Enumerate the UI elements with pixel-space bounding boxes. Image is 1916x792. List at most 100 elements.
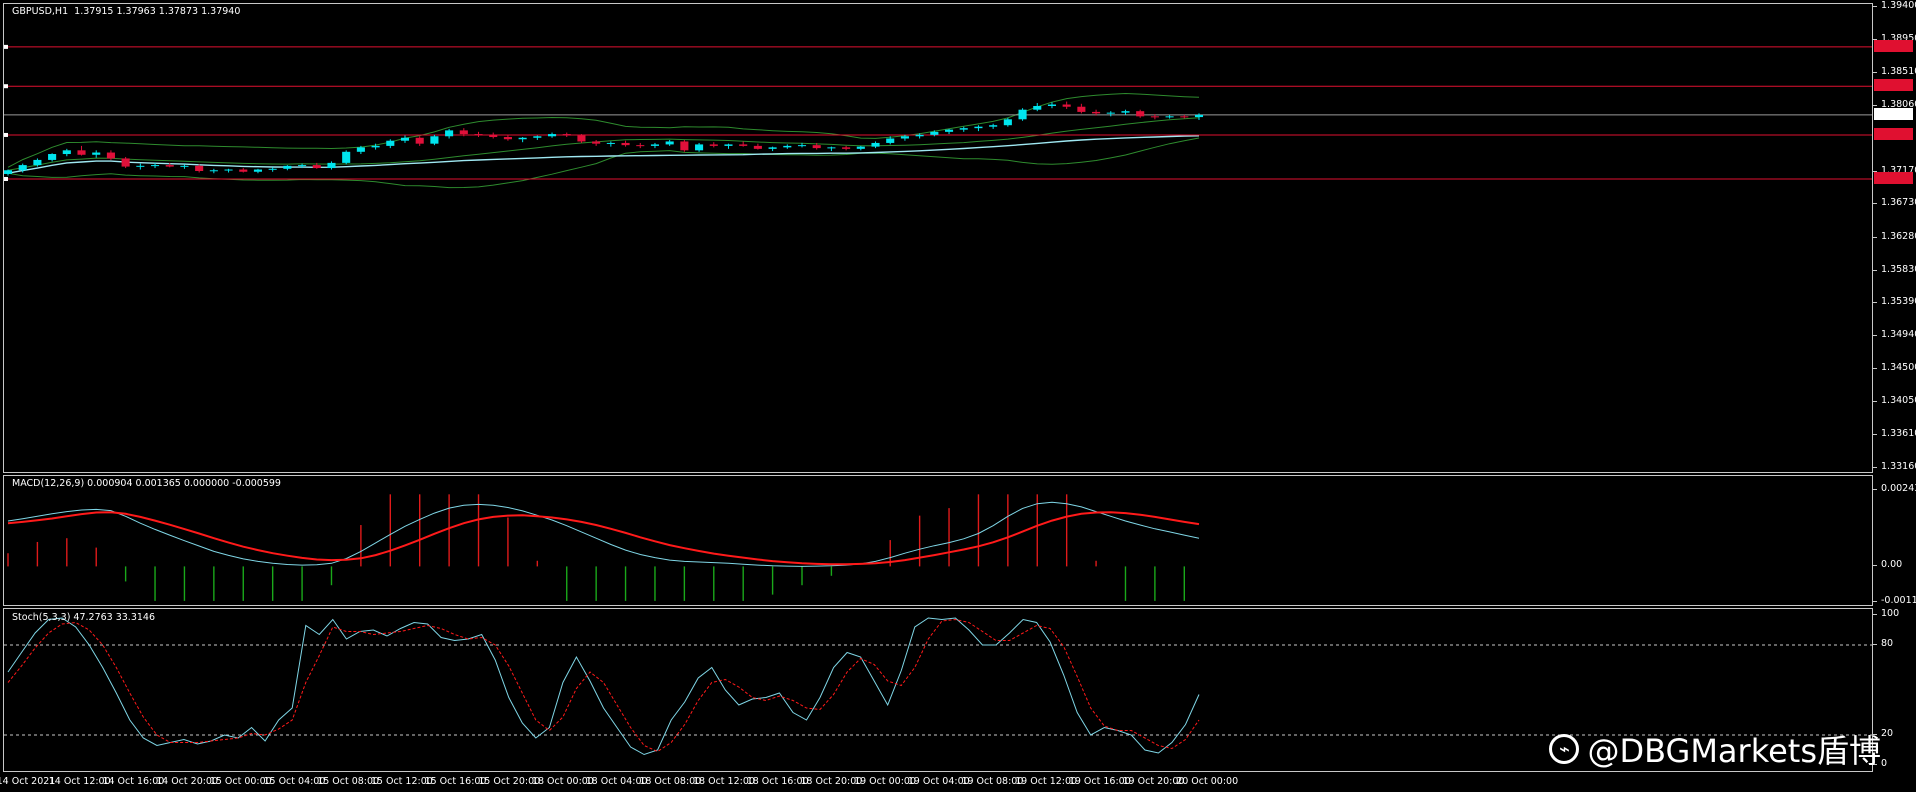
bullish-candle: [1106, 112, 1115, 114]
bullish-candle: [4, 170, 13, 174]
stochastic-tick-label: 80: [1881, 638, 1894, 649]
bearish-candle: [195, 165, 204, 172]
price-tick: [1873, 467, 1877, 468]
price-tick-label: 1.35830: [1881, 263, 1916, 275]
bullish-candle: [180, 165, 189, 167]
bullish-candle: [797, 145, 807, 147]
price-tick: [1873, 6, 1877, 7]
macd-tick-label: 0.002438: [1881, 483, 1916, 494]
time-tick-label: 19 Oct 04:00: [907, 776, 970, 787]
time-tick-label: 14 Oct 20:00: [156, 776, 219, 787]
time-tick-label: 14 Oct 2021: [0, 776, 56, 787]
bearish-candle: [1077, 106, 1086, 112]
time-tick-label: 19 Oct 20:00: [1122, 776, 1185, 787]
time-tick-label: 18 Oct 20:00: [800, 776, 863, 787]
bullish-candle: [944, 129, 954, 132]
time-tick-label: 20 Oct 00:00: [1176, 776, 1239, 787]
price-tick-label: 1.35390: [1881, 296, 1916, 308]
bullish-candle: [136, 165, 145, 167]
stochastic-tick-label: 0: [1881, 758, 1888, 769]
bullish-candle: [371, 145, 380, 148]
bullish-candle: [1194, 114, 1204, 118]
bullish-candle: [518, 137, 527, 140]
watermark: ⌁ @DBGMarkets盾博: [1549, 726, 1881, 772]
bearish-candle: [709, 144, 718, 146]
bullish-candle: [400, 137, 410, 141]
bullish-candle: [665, 141, 674, 145]
macd-label: MACD(12,26,9) 0.000904 0.001365 0.000000…: [12, 478, 281, 489]
stochastic-tick: [1873, 614, 1877, 615]
level-anchor-point: [4, 44, 8, 49]
macd-tick: [1873, 601, 1877, 602]
bearish-candle: [636, 145, 645, 147]
bullish-candle: [298, 165, 307, 167]
weibo-icon: ⌁: [1549, 734, 1580, 764]
bullish-candle: [533, 136, 542, 138]
bearish-candle: [562, 134, 571, 136]
bullish-candle: [356, 147, 365, 152]
price-tick: [1873, 203, 1877, 205]
price-tick-label: 1.33610: [1881, 427, 1916, 439]
bullish-candle: [724, 144, 733, 146]
macd-tick-label: -0.001136: [1881, 595, 1916, 606]
macd-signal-line: [7, 511, 1200, 566]
level-price-tag: [1874, 171, 1913, 184]
bullish-candle: [92, 152, 101, 155]
bullish-candle: [33, 159, 42, 166]
price-tick-label: 1.34940: [1881, 329, 1916, 341]
bullish-candle: [650, 144, 660, 146]
level-anchor-point: [4, 176, 8, 181]
bullish-candle: [18, 165, 27, 171]
time-tick-label: 15 Oct 00:00: [209, 776, 272, 787]
macd-pane[interactable]: MACD(12,26,9) 0.000904 0.001365 0.000000…: [3, 475, 1873, 606]
bearish-candle: [753, 145, 762, 149]
bullish-candle: [283, 165, 292, 169]
time-tick-label: 15 Oct 04:00: [263, 776, 326, 787]
macd-axis: 0.002438 0.00 -0.001136: [1873, 475, 1916, 606]
price-tick-label: 1.39400: [1881, 0, 1916, 11]
time-tick-label: 15 Oct 12:00: [370, 776, 433, 787]
bearish-candle: [121, 158, 130, 167]
price-tick-label: 1.36280: [1881, 230, 1916, 242]
bearish-candle: [459, 130, 468, 135]
price-chart-canvas: [4, 44, 1872, 189]
level-price-tag: [1874, 39, 1913, 52]
time-tick-label: 18 Oct 08:00: [639, 776, 702, 787]
bearish-candle: [312, 165, 321, 169]
trading-terminal: GBPUSD,H1 1.37915 1.37963 1.37873 1.3794…: [0, 0, 1916, 792]
time-tick-label: 18 Oct 04:00: [585, 776, 648, 787]
bearish-candle: [592, 141, 601, 144]
price-chart-pane[interactable]: GBPUSD,H1 1.37915 1.37963 1.37873 1.3794…: [3, 3, 1873, 473]
bullish-candle: [606, 142, 615, 144]
bullish-candle: [827, 147, 836, 149]
level-anchor-point: [4, 84, 8, 89]
bullish-candle: [253, 169, 263, 172]
price-tick: [1873, 368, 1877, 369]
bullish-candle: [209, 170, 218, 172]
bullish-candle: [430, 136, 439, 144]
bullish-candle: [62, 150, 71, 155]
time-tick-label: 15 Oct 16:00: [424, 776, 487, 787]
bullish-candle: [695, 144, 704, 151]
bearish-candle: [415, 137, 424, 144]
bullish-candle: [989, 125, 998, 127]
time-tick-label: 19 Oct 16:00: [1068, 776, 1131, 787]
bullish-candle: [1003, 119, 1012, 126]
price-tick: [1873, 302, 1877, 304]
bearish-candle: [739, 144, 748, 146]
bearish-candle: [842, 147, 851, 149]
bullish-candle: [1033, 105, 1042, 110]
bullish-candle: [900, 136, 909, 139]
current-price-tag: [1874, 107, 1913, 120]
time-tick-label: 14 Oct 16:00: [102, 776, 165, 787]
bearish-candle: [1150, 116, 1159, 118]
price-tick: [1873, 269, 1877, 271]
bearish-candle: [621, 142, 630, 146]
time-tick-label: 18 Oct 00:00: [531, 776, 594, 787]
bullish-candle: [974, 126, 983, 129]
macd-tick: [1873, 565, 1877, 567]
price-tick-label: 1.34050: [1881, 395, 1916, 407]
bullish-candle: [1165, 116, 1174, 118]
bearish-candle: [577, 135, 586, 142]
stochastic-k-line: [7, 617, 1200, 756]
